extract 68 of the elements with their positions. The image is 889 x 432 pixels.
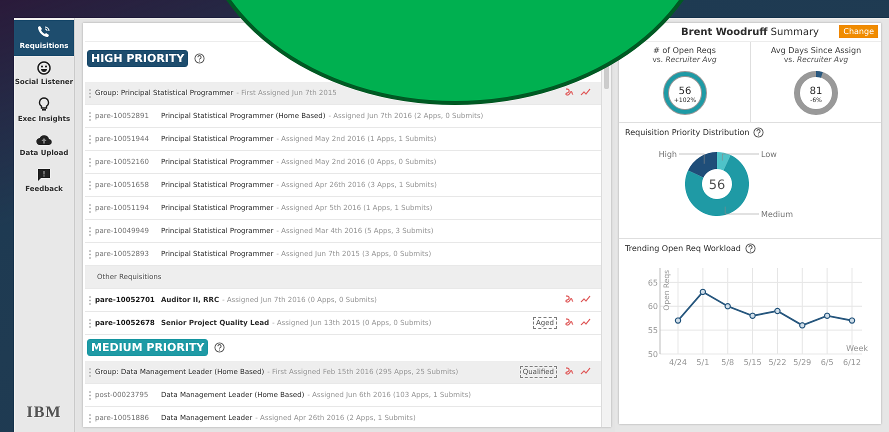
section-title: Requisition Priority Distribution xyxy=(625,128,750,137)
priority-heading: MEDIUM PRIORITY xyxy=(87,339,208,356)
phone-icon xyxy=(37,25,51,39)
drag-handle-icon[interactable] xyxy=(89,134,91,144)
x-tick-label: 5/29 xyxy=(793,358,812,367)
trend-line-icon[interactable] xyxy=(580,88,591,96)
donut-label: Low xyxy=(761,150,777,159)
donut-total: 56 xyxy=(708,178,726,193)
drag-handle-icon[interactable] xyxy=(89,112,91,120)
y-tick-label: 55 xyxy=(648,326,658,336)
data-point xyxy=(824,312,830,319)
section-title: Trending Open Req Workload xyxy=(625,244,741,253)
gauge-value: 56 xyxy=(678,86,691,97)
x-tick-label: 5/15 xyxy=(744,358,762,367)
leader-line xyxy=(724,206,760,214)
y-tick-label: 50 xyxy=(648,350,658,359)
gauge-title: # of Open Reqs xyxy=(653,46,716,55)
x-tick-label: 5/1 xyxy=(696,358,710,367)
x-tick-label: 6/12 xyxy=(843,358,861,367)
data-point xyxy=(674,317,682,324)
drag-handle-icon[interactable] xyxy=(89,296,91,304)
drag-handle-icon[interactable] xyxy=(89,226,91,236)
lightbulb-icon xyxy=(38,97,50,112)
feedback-icon xyxy=(37,168,51,182)
help-icon[interactable] xyxy=(214,342,226,353)
data-point xyxy=(749,312,756,319)
gauge-value: 81 xyxy=(810,86,822,97)
trend-line-icon[interactable] xyxy=(580,295,591,303)
trend-line-icon[interactable] xyxy=(580,318,591,326)
drag-handle-icon[interactable] xyxy=(89,318,91,328)
x-tick-label: 4/24 xyxy=(669,358,687,367)
x-tick-label: 6/5 xyxy=(820,358,834,367)
squiggle-icon[interactable] xyxy=(565,318,574,328)
donut-label: High xyxy=(658,150,677,159)
drag-handle-icon[interactable] xyxy=(89,204,91,212)
help-icon[interactable] xyxy=(194,53,206,64)
y-tick-label: 60 xyxy=(648,302,658,312)
x-tick-label: 5/8 xyxy=(721,358,734,367)
data-point xyxy=(848,317,856,324)
help-icon[interactable] xyxy=(744,243,756,254)
squiggle-icon[interactable] xyxy=(565,367,574,377)
drag-handle-icon[interactable] xyxy=(89,390,91,400)
trend-line-icon[interactable] xyxy=(580,367,591,375)
drag-handle-icon[interactable] xyxy=(89,250,91,258)
smiley-icon xyxy=(37,61,51,75)
cloud-upload-icon xyxy=(36,134,52,146)
x-axis-label: Week xyxy=(846,344,868,353)
help-icon[interactable] xyxy=(753,127,764,138)
drag-handle-icon[interactable] xyxy=(89,368,91,376)
leader-line xyxy=(722,154,760,161)
y-tick-label: 65 xyxy=(648,278,658,288)
data-point xyxy=(724,303,731,310)
data-point xyxy=(774,308,781,314)
donut-label: Medium xyxy=(761,210,793,219)
drag-handle-icon[interactable] xyxy=(89,88,91,98)
drag-handle-icon[interactable] xyxy=(89,158,91,166)
priority-heading: HIGH PRIORITY xyxy=(87,50,188,67)
logo: IBM xyxy=(26,404,62,422)
drag-handle-icon[interactable] xyxy=(89,180,91,190)
data-point xyxy=(700,288,706,296)
leader-line xyxy=(678,154,704,164)
squiggle-icon[interactable] xyxy=(565,88,574,98)
squiggle-icon[interactable] xyxy=(565,295,574,305)
data-point xyxy=(799,322,806,329)
x-tick-label: 5/22 xyxy=(768,358,786,367)
summary-title: Brent Woodruff Summary xyxy=(681,26,819,38)
drag-handle-icon[interactable] xyxy=(89,414,91,422)
gauge-title: Avg Days Since Assign xyxy=(770,46,862,55)
